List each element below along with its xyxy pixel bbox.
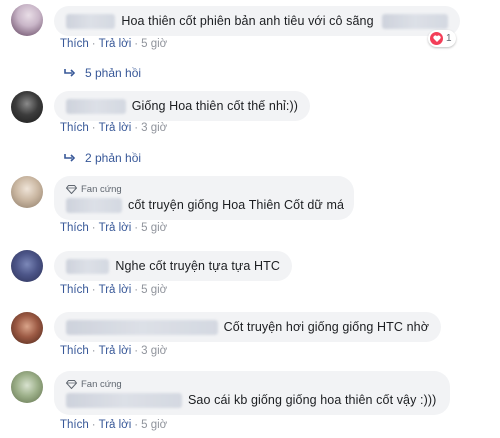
- comment-bubble: Fan cứng Sao cái kb giống giống hoa thiê…: [54, 371, 450, 415]
- comment-bubble: Nghe cốt truyện tựa tựa HTC: [54, 251, 292, 281]
- like-link[interactable]: Thích: [60, 38, 89, 50]
- separator: ·: [134, 419, 139, 431]
- comment-text: cốt truyện giống Hoa Thiên Cốt dữ má: [128, 198, 345, 212]
- view-replies-link[interactable]: 5 phản hồi: [64, 66, 141, 80]
- like-link[interactable]: Thích: [60, 222, 89, 234]
- reply-arrow-icon: [64, 69, 76, 77]
- timestamp[interactable]: 3 giờ: [141, 345, 167, 357]
- separator: ·: [91, 345, 96, 357]
- badge-row: Fan cứng: [66, 183, 122, 197]
- reply-arrow-icon: [64, 154, 76, 162]
- reply-link[interactable]: Trả lời: [99, 284, 132, 296]
- author-name[interactable]: [66, 319, 218, 335]
- fan-badge: Fan cứng: [81, 379, 122, 390]
- heart-icon: [430, 32, 443, 45]
- timestamp[interactable]: 5 giờ: [141, 419, 167, 431]
- author-name[interactable]: [66, 392, 182, 408]
- separator: ·: [134, 38, 139, 50]
- separator: ·: [134, 122, 139, 134]
- comment-actions: Thích · Trả lời · 3 giờ: [60, 345, 167, 357]
- avatar[interactable]: [11, 250, 43, 282]
- author-name[interactable]: [66, 13, 116, 29]
- like-link[interactable]: Thích: [60, 122, 89, 134]
- comment-actions: Thích · Trả lời · 5 giờ: [60, 38, 167, 50]
- separator: ·: [91, 222, 96, 234]
- comment-text: Hoa thiên cốt phiên bản anh tiêu với cô …: [121, 14, 374, 28]
- reply-link[interactable]: Trả lời: [99, 345, 132, 357]
- like-link[interactable]: Thích: [60, 345, 89, 357]
- author-name[interactable]: [66, 197, 122, 213]
- author-name[interactable]: [66, 98, 126, 114]
- fan-badge: Fan cứng: [81, 184, 122, 195]
- reaction-count[interactable]: 1: [428, 30, 456, 47]
- reply-link[interactable]: Trả lời: [99, 38, 132, 50]
- tagged-name[interactable]: [381, 13, 448, 29]
- separator: ·: [134, 284, 139, 296]
- avatar[interactable]: [11, 176, 43, 208]
- separator: ·: [134, 222, 139, 234]
- comment-bubble: Hoa thiên cốt phiên bản anh tiêu với cô …: [54, 6, 460, 36]
- comment-text: Cốt truyện hơi giống giống HTC nhờ: [223, 320, 429, 334]
- comment-actions: Thích · Trả lời · 5 giờ: [60, 419, 167, 431]
- badge-row: Fan cứng: [66, 378, 122, 392]
- comment-bubble: Cốt truyện hơi giống giống HTC nhờ: [54, 312, 441, 342]
- comment-actions: Thích · Trả lời · 5 giờ: [60, 222, 167, 234]
- separator: ·: [91, 122, 96, 134]
- separator: ·: [91, 38, 96, 50]
- separator: ·: [91, 284, 96, 296]
- comment-text: Sao cái kb giống giống hoa thiên cốt vậy…: [188, 393, 437, 407]
- comment-actions: Thích · Trả lời · 3 giờ: [60, 122, 167, 134]
- reply-link[interactable]: Trả lời: [99, 122, 132, 134]
- reply-link[interactable]: Trả lời: [99, 419, 132, 431]
- diamond-icon: [66, 185, 77, 194]
- view-replies-link[interactable]: 2 phản hồi: [64, 151, 141, 165]
- comment-actions: Thích · Trả lời · 5 giờ: [60, 284, 167, 296]
- diamond-icon: [66, 380, 77, 389]
- like-link[interactable]: Thích: [60, 419, 89, 431]
- comment-bubble: Giống Hoa thiên cốt thế nhỉ:)): [54, 91, 310, 121]
- avatar[interactable]: [11, 91, 43, 123]
- comment-text: Giống Hoa thiên cốt thế nhỉ:)): [131, 99, 298, 113]
- text-row: cốt truyện giống Hoa Thiên Cốt dữ má: [66, 197, 344, 214]
- avatar[interactable]: [11, 312, 43, 344]
- timestamp[interactable]: 3 giờ: [141, 122, 167, 134]
- avatar[interactable]: [11, 4, 43, 36]
- separator: ·: [91, 419, 96, 431]
- comment-text: Nghe cốt truyện tựa tựa HTC: [115, 259, 280, 273]
- timestamp[interactable]: 5 giờ: [141, 38, 167, 50]
- separator: ·: [134, 345, 139, 357]
- comment-bubble: Fan cứng cốt truyện giống Hoa Thiên Cốt …: [54, 176, 354, 220]
- text-row: Sao cái kb giống giống hoa thiên cốt vậy…: [66, 392, 436, 409]
- like-link[interactable]: Thích: [60, 284, 89, 296]
- timestamp[interactable]: 5 giờ: [141, 222, 167, 234]
- avatar[interactable]: [11, 371, 43, 403]
- timestamp[interactable]: 5 giờ: [141, 284, 167, 296]
- author-name[interactable]: [66, 258, 110, 274]
- reply-link[interactable]: Trả lời: [99, 222, 132, 234]
